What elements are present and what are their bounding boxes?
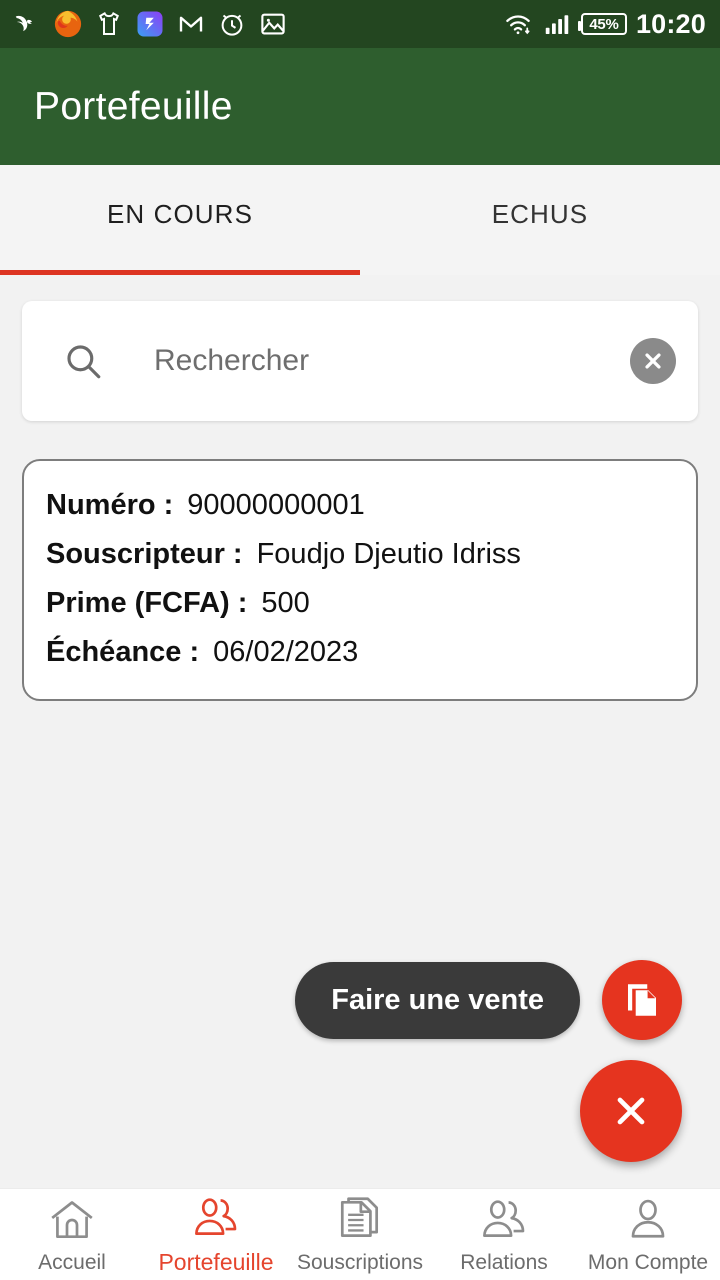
policy-list: Numéro : 90000000001 Souscripteur : Foud… bbox=[0, 421, 720, 701]
tab-bar: EN COURS ECHUS bbox=[0, 165, 720, 275]
firefox-icon bbox=[54, 10, 82, 38]
tab-en-cours[interactable]: EN COURS bbox=[0, 165, 360, 275]
search-clear-button[interactable] bbox=[630, 338, 676, 384]
fab-main-row bbox=[262, 1060, 682, 1162]
policy-value-souscripteur: Foudjo Djeutio Idriss bbox=[256, 538, 521, 570]
two-people-icon bbox=[195, 1198, 237, 1235]
fab-stack: Faire une vente bbox=[262, 960, 682, 1162]
policy-value-numero: 90000000001 bbox=[187, 489, 365, 521]
alarm-clock-icon bbox=[221, 14, 243, 36]
tab-echus[interactable]: ECHUS bbox=[360, 165, 720, 275]
nav-label-mon-compte: Mon Compte bbox=[587, 1250, 709, 1274]
tab-active-indicator bbox=[0, 270, 360, 275]
blue-app-icon bbox=[137, 11, 163, 37]
search-input[interactable] bbox=[154, 344, 630, 378]
nav-label-portefeuille: Portefeuille bbox=[158, 1249, 274, 1275]
close-icon bbox=[645, 353, 661, 369]
policy-value-echeance: 06/02/2023 bbox=[213, 636, 359, 668]
home-icon bbox=[51, 1200, 93, 1238]
fab-copy-documents-button[interactable] bbox=[602, 960, 682, 1040]
battery-icon: 45% bbox=[577, 13, 627, 35]
nav-item-relations[interactable]: Relations bbox=[432, 1195, 576, 1275]
bottom-navigation-bar: Accueil Portefeuille Souscriptions Relat… bbox=[0, 1188, 720, 1280]
two-people-icon bbox=[483, 1199, 525, 1237]
policy-label-souscripteur: Souscripteur : bbox=[46, 538, 243, 570]
search-icon bbox=[67, 345, 101, 379]
nav-label-souscriptions: Souscriptions bbox=[296, 1250, 424, 1274]
gallery-icon bbox=[261, 13, 285, 35]
documents-icon bbox=[340, 1196, 379, 1237]
search-section bbox=[0, 275, 720, 421]
status-bar-clock: 10:20 bbox=[635, 8, 706, 39]
page-title: Portefeuille bbox=[34, 84, 233, 128]
copy-documents-icon bbox=[628, 984, 656, 1016]
status-bar-system-icons: 45% 10:20 bbox=[503, 9, 706, 40]
bird-app-icon bbox=[15, 15, 33, 32]
fab-close-button[interactable] bbox=[580, 1060, 682, 1162]
app-screen: 45% 10:20 Portefeuille EN COURS ECHUS Re… bbox=[0, 0, 720, 1280]
status-bar: 45% 10:20 bbox=[0, 0, 720, 48]
nav-label-accueil: Accueil bbox=[38, 1250, 106, 1274]
battery-percent-label: 45% bbox=[589, 15, 619, 33]
nav-item-portefeuille[interactable]: Portefeuille bbox=[144, 1193, 288, 1276]
status-bar-notification-icons bbox=[12, 9, 288, 39]
person-icon bbox=[631, 1199, 665, 1238]
fab-action-faire-une-vente[interactable]: Faire une vente bbox=[262, 960, 682, 1040]
search-bar[interactable] bbox=[22, 301, 698, 421]
policy-label-prime: Prime (FCFA) : bbox=[46, 587, 248, 619]
gmail-icon bbox=[179, 16, 203, 32]
policy-label-echeance: Échéance : bbox=[46, 636, 200, 668]
signal-icon bbox=[545, 15, 569, 34]
close-icon bbox=[617, 1097, 645, 1125]
policy-row-prime: Prime (FCFA) : 500 bbox=[46, 587, 674, 620]
nav-item-souscriptions[interactable]: Souscriptions bbox=[288, 1195, 432, 1275]
policy-row-echeance: Échéance : 06/02/2023 bbox=[46, 636, 674, 669]
policy-row-souscripteur: Souscripteur : Foudjo Djeutio Idriss bbox=[46, 538, 674, 571]
policy-label-numero: Numéro : bbox=[46, 489, 174, 521]
fab-action-label[interactable]: Faire une vente bbox=[295, 961, 580, 1039]
nav-item-accueil[interactable]: Accueil bbox=[0, 1195, 144, 1275]
policy-card[interactable]: Numéro : 90000000001 Souscripteur : Foud… bbox=[22, 459, 698, 701]
policy-value-prime: 500 bbox=[261, 587, 310, 619]
app-bar: Portefeuille bbox=[0, 48, 720, 165]
wifi-icon bbox=[506, 15, 530, 35]
nav-label-relations: Relations bbox=[460, 1250, 548, 1274]
nav-item-mon-compte[interactable]: Mon Compte bbox=[576, 1195, 720, 1275]
tshirt-icon bbox=[98, 11, 120, 35]
policy-row-numero: Numéro : 90000000001 bbox=[46, 489, 674, 522]
